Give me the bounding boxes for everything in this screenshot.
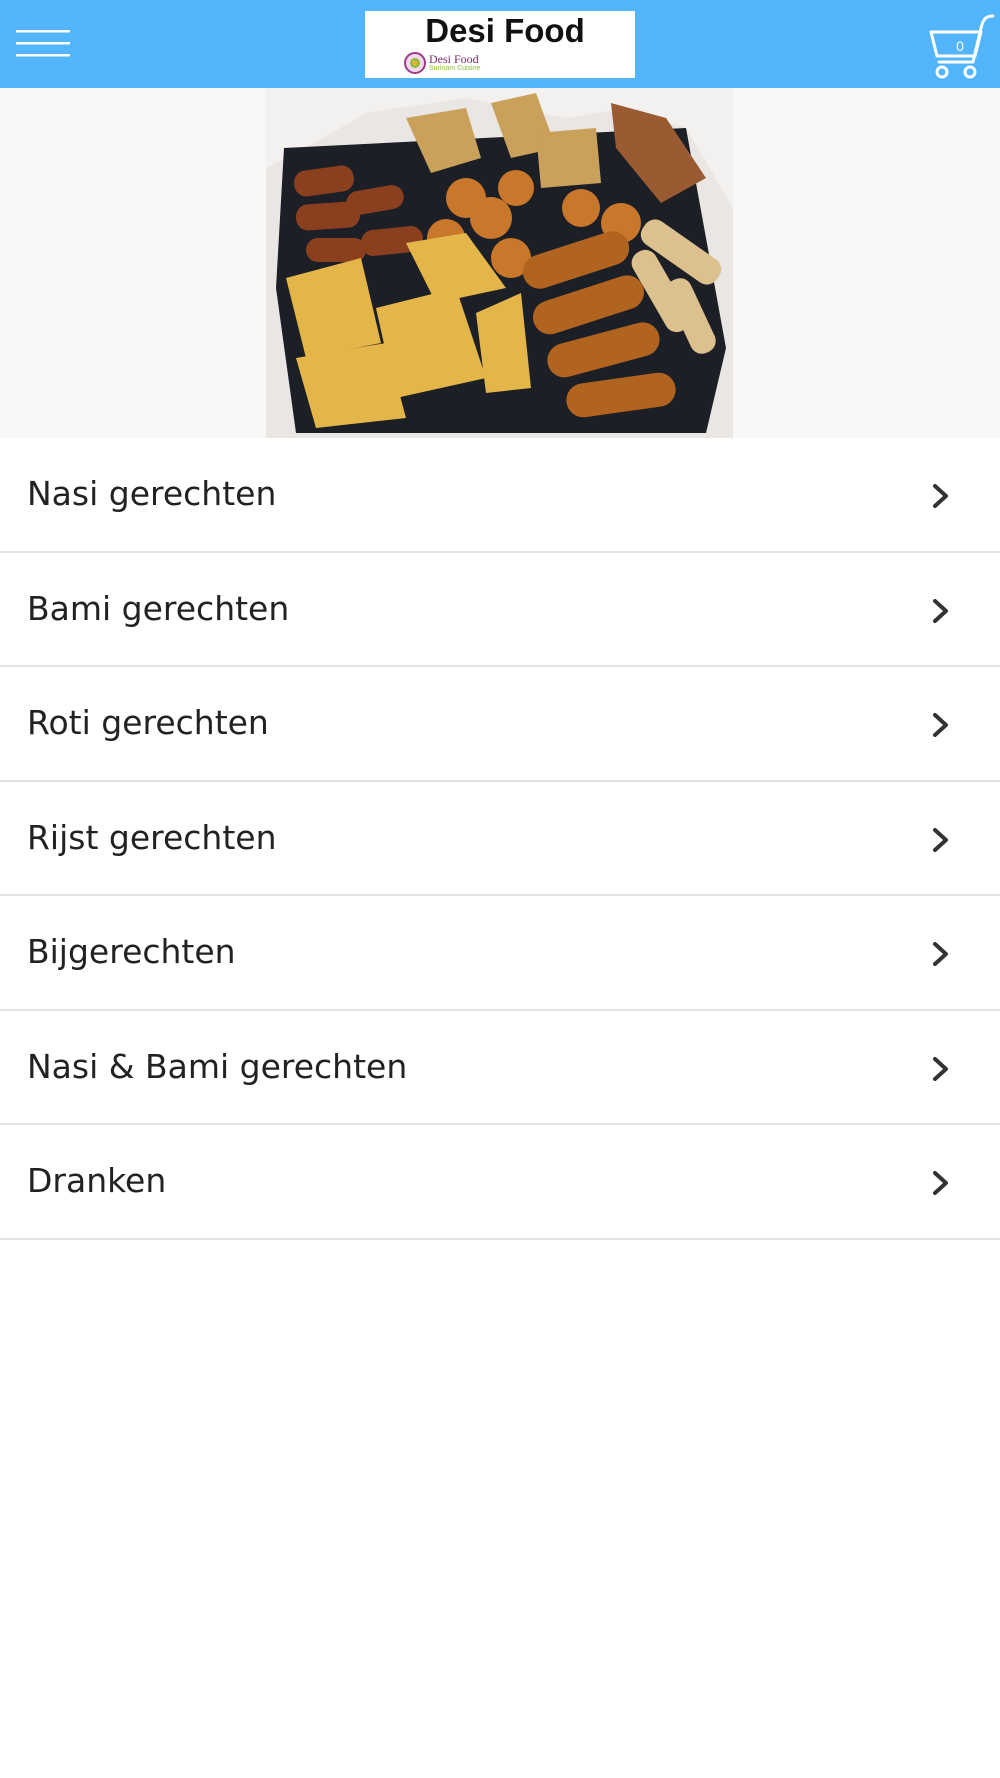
category-label: Nasi gerechten xyxy=(27,474,277,513)
category-label: Bami gerechten xyxy=(27,588,290,628)
chevron-right-icon xyxy=(928,1169,954,1197)
chevron-right-icon xyxy=(928,711,954,739)
cart-button[interactable]: 0 xyxy=(925,12,995,80)
category-item-roti[interactable]: Roti gerechten xyxy=(0,667,1000,782)
category-item-bijgerechten[interactable]: Bijgerechten xyxy=(0,896,1000,1011)
logo-badge-text: Desi Food xyxy=(429,52,479,66)
logo-title: Desi Food xyxy=(425,12,585,49)
category-list: Nasi gerechten Bami gerechten Roti gerec… xyxy=(0,438,1000,1240)
category-label: Nasi & Bami gerechten xyxy=(27,1046,408,1086)
category-item-dranken[interactable]: Dranken xyxy=(0,1125,1000,1240)
hero-banner xyxy=(0,88,1000,438)
category-item-rijst[interactable]: Rijst gerechten xyxy=(0,781,1000,896)
snack-platter-photo xyxy=(266,88,733,438)
category-label: Dranken xyxy=(27,1161,167,1200)
hamburger-menu-icon[interactable] xyxy=(14,27,72,61)
category-label: Rijst gerechten xyxy=(27,817,277,857)
chevron-right-icon xyxy=(928,940,954,968)
chevron-right-icon xyxy=(928,597,954,625)
category-item-nasi-bami[interactable]: Nasi & Bami gerechten xyxy=(0,1010,1000,1125)
chevron-right-icon xyxy=(928,1055,954,1083)
category-label: Bijgerechten xyxy=(27,932,236,971)
logo-badge: Desi Food Surinam Cuisine xyxy=(403,51,533,75)
chevron-right-icon xyxy=(928,482,954,510)
logo-badge-subtext: Surinam Cuisine xyxy=(429,65,481,72)
category-item-bami[interactable]: Bami gerechten xyxy=(0,552,1000,667)
chevron-right-icon xyxy=(928,826,954,854)
brand-logo[interactable]: Desi Food Desi Food Surinam Cuisine xyxy=(365,11,635,78)
logo-emblem-icon xyxy=(404,52,426,74)
category-item-nasi[interactable]: Nasi gerechten xyxy=(0,438,1000,553)
cart-count-badge: 0 xyxy=(956,38,964,54)
app-header: Desi Food Desi Food Surinam Cuisine 0 xyxy=(0,0,1000,88)
category-label: Roti gerechten xyxy=(27,703,269,742)
